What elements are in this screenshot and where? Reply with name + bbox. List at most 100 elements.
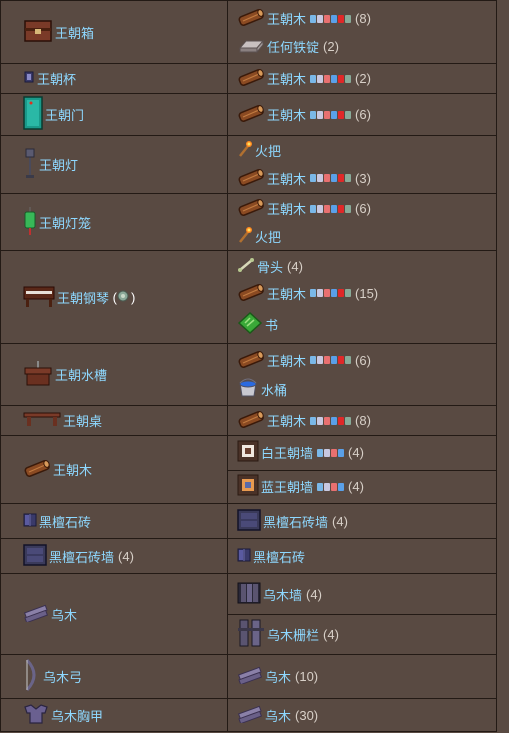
ingredient-item: 黑檀石砖墙 (4) bbox=[237, 506, 488, 537]
result-cell: 王朝灯 bbox=[0, 135, 228, 194]
recipe-row: 王朝木 白王朝墙 (4) 蓝王朝墙 (4) bbox=[0, 435, 497, 504]
recipe-row: 乌木弓 乌木 (10) bbox=[0, 654, 497, 699]
item-link[interactable]: 王朝木 bbox=[267, 105, 306, 124]
paren-open: ( bbox=[109, 289, 117, 305]
version-badge-icon bbox=[338, 356, 345, 364]
dynasty-wood-icon bbox=[237, 282, 265, 305]
item-link[interactable]: 火把 bbox=[255, 227, 281, 246]
version-badge-icon bbox=[310, 356, 317, 364]
ingredients-cell: 黑檀石砖墙 (4) bbox=[227, 503, 497, 539]
version-badge-icon bbox=[331, 289, 338, 297]
recipe-row: 黑檀石砖墙 (4) 黑檀石砖 bbox=[0, 538, 497, 574]
recipe-row: 乌木 乌木墙 (4) 乌木栅栏 (4) bbox=[0, 573, 497, 655]
item-quantity: (6) bbox=[355, 352, 371, 368]
item-link[interactable]: 王朝木 bbox=[267, 169, 306, 188]
item-link[interactable]: 王朝钢琴 bbox=[57, 288, 109, 307]
item-link[interactable]: 王朝木 bbox=[267, 9, 306, 28]
result-item: 王朝杯 bbox=[23, 69, 227, 88]
item-link[interactable]: 蓝王朝墙 bbox=[261, 477, 313, 496]
result-cell: 王朝杯 bbox=[0, 63, 228, 94]
version-badge-icon bbox=[324, 14, 331, 23]
item-quantity: (4) bbox=[348, 445, 364, 461]
item-link[interactable]: 乌木弓 bbox=[43, 667, 82, 686]
version-badges bbox=[310, 14, 352, 23]
version-badge-icon bbox=[324, 416, 331, 425]
version-badge-icon bbox=[345, 174, 352, 182]
version-badge-icon bbox=[310, 110, 317, 119]
item-link[interactable]: 王朝桌 bbox=[63, 411, 102, 430]
item-link[interactable]: 任何铁锭 bbox=[267, 37, 319, 56]
item-quantity: (4) bbox=[332, 513, 348, 529]
dynasty-piano-icon bbox=[23, 284, 55, 311]
result-item: 黑檀石砖 bbox=[23, 512, 227, 531]
item-link[interactable]: 王朝杯 bbox=[37, 69, 76, 88]
dynasty-wood-icon bbox=[23, 458, 51, 481]
item-link[interactable]: 王朝木 bbox=[267, 284, 306, 303]
item-link[interactable]: 白王朝墙 bbox=[261, 443, 313, 462]
version-badge-icon bbox=[331, 14, 338, 23]
recipe-row: 王朝桌 王朝木 (8) bbox=[0, 405, 497, 436]
item-link[interactable]: 王朝木 bbox=[267, 351, 306, 370]
ebonwood-icon bbox=[237, 666, 263, 687]
version-badges bbox=[310, 416, 352, 425]
version-badge-icon bbox=[338, 448, 345, 457]
ingredient-item: 王朝木 (8) bbox=[237, 4, 488, 33]
version-badges bbox=[310, 289, 352, 297]
result-item: 乌木 bbox=[23, 604, 227, 625]
ebonwood-icon bbox=[237, 705, 263, 726]
item-link[interactable]: 骨头 bbox=[257, 257, 283, 276]
item-quantity: (4) bbox=[118, 548, 134, 564]
ebonwood-bow-icon bbox=[23, 658, 41, 695]
item-link[interactable]: 王朝灯笼 bbox=[39, 213, 91, 232]
item-link[interactable]: 黑檀石砖墙 bbox=[263, 512, 328, 531]
item-link[interactable]: 乌木墙 bbox=[263, 585, 302, 604]
item-link[interactable]: 王朝木 bbox=[267, 199, 306, 218]
item-link[interactable]: 黑檀石砖墙 bbox=[49, 547, 114, 566]
version-badge-icon bbox=[324, 289, 331, 297]
iron-bar-icon bbox=[237, 36, 265, 57]
item-link[interactable]: 火把 bbox=[255, 141, 281, 160]
recipe-row: 王朝杯 王朝木 (2) bbox=[0, 63, 497, 94]
item-quantity: (6) bbox=[355, 107, 371, 122]
item-link[interactable]: 书 bbox=[265, 315, 278, 334]
recipe-row: 王朝灯 火把 王朝木 (3) bbox=[0, 135, 497, 194]
ingredient-item: 乌木 (10) bbox=[237, 663, 488, 690]
item-link[interactable]: 王朝木 bbox=[267, 69, 306, 88]
ingredient-item: 乌木 (30) bbox=[237, 702, 488, 729]
ingredient-item: 火把 bbox=[237, 137, 488, 164]
version-badge-icon bbox=[317, 448, 324, 457]
ingredient-item: 黑檀石砖 bbox=[237, 544, 488, 569]
version-badge-icon bbox=[338, 289, 345, 297]
dynasty-wood-icon bbox=[237, 167, 265, 190]
recipe-row: 黑檀石砖 黑檀石砖墙 (4) bbox=[0, 503, 497, 539]
ingredients-cell: 王朝木 (8) 任何铁锭 (2) bbox=[227, 0, 497, 64]
version-badges bbox=[317, 448, 345, 457]
item-link[interactable]: 黑檀石砖 bbox=[253, 547, 305, 566]
item-link[interactable]: 乌木 bbox=[51, 605, 77, 624]
ebonstone-brick-wall-icon bbox=[237, 508, 261, 534]
water-bucket-icon bbox=[237, 378, 259, 401]
version-badge-icon bbox=[317, 74, 324, 83]
item-link[interactable]: 乌木 bbox=[265, 706, 291, 725]
result-item: 王朝灯笼 bbox=[23, 206, 227, 239]
ingredient-item: 骨头 (4) bbox=[237, 254, 488, 279]
item-link[interactable]: 王朝箱 bbox=[55, 23, 94, 42]
item-link[interactable]: 乌木胸甲 bbox=[51, 706, 103, 725]
result-cell: 黑檀石砖墙 (4) bbox=[0, 538, 228, 574]
item-link[interactable]: 乌木 bbox=[265, 667, 291, 686]
version-badge-icon bbox=[338, 416, 345, 425]
item-link[interactable]: 王朝木 bbox=[267, 411, 306, 430]
item-link[interactable]: 王朝门 bbox=[45, 105, 84, 124]
version-badge-icon bbox=[317, 110, 324, 119]
item-link[interactable]: 王朝灯 bbox=[39, 155, 78, 174]
item-link[interactable]: 乌木栅栏 bbox=[267, 625, 319, 644]
item-link[interactable]: 王朝水槽 bbox=[55, 365, 107, 384]
ingredients-cell: 骨头 (4) 王朝木 (15) 书 bbox=[227, 250, 497, 344]
result-item: 乌木弓 bbox=[23, 658, 227, 695]
item-link[interactable]: 水桶 bbox=[261, 380, 287, 399]
item-link[interactable]: 黑檀石砖 bbox=[39, 512, 91, 531]
item-quantity: (4) bbox=[323, 627, 339, 642]
ingredient-item: 水桶 bbox=[237, 375, 488, 404]
result-cell: 王朝木 bbox=[0, 435, 228, 504]
item-link[interactable]: 王朝木 bbox=[53, 460, 92, 479]
